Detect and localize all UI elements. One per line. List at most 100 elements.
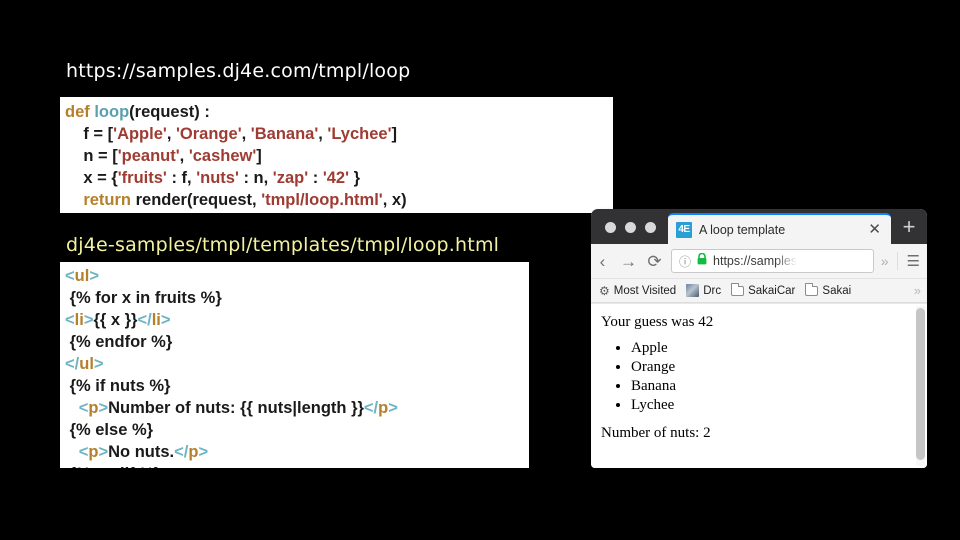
template-code-token: No nuts. — [108, 443, 175, 461]
bookmark-most-visited[interactable]: ⚙ Most Visited — [599, 284, 676, 298]
bookmarks-overflow-icon[interactable]: » — [914, 283, 921, 298]
python-code-token: , — [179, 147, 189, 165]
fruit-list-item: Banana — [631, 377, 915, 396]
scrollbar-thumb[interactable] — [916, 308, 925, 460]
template-code-token: p — [188, 443, 199, 461]
page-viewport: Your guess was 42 AppleOrangeBananaLyche… — [591, 303, 927, 468]
template-code-token: {{ x }} — [93, 311, 138, 329]
template-code-token: > — [83, 311, 94, 329]
template-code-token: ul — [74, 267, 90, 285]
favicon-4e: 4E — [676, 221, 692, 238]
python-code-token: } — [349, 169, 361, 187]
python-code-token: f = [ — [65, 125, 114, 143]
template-code-body: <ul> {% for x in fruits %} <li>{{ x }}</l… — [60, 262, 529, 468]
bookmark-label: Sakai — [822, 284, 852, 297]
template-path-caption: dj4e-samples/tmpl/templates/tmpl/loop.ht… — [66, 234, 500, 256]
close-tab-icon[interactable]: ✕ — [868, 222, 883, 237]
template-code-token: p — [88, 443, 99, 461]
template-code-token: > — [160, 311, 171, 329]
template-code-token: </ — [65, 355, 80, 373]
address-bar-text: https://samples — [713, 254, 798, 268]
fruit-list-item: Apple — [631, 339, 915, 358]
python-code-token: 'zap' — [272, 169, 309, 187]
source-url-caption: https://samples.dj4e.com/tmpl/loop — [66, 60, 411, 82]
template-code-line-4: {% endfor %} — [60, 331, 529, 353]
page-scrollbar[interactable] — [916, 306, 925, 466]
template-code-token: </ — [174, 443, 189, 461]
hamburger-menu-icon[interactable]: ☰ — [896, 252, 920, 270]
python-code-token: n = [ — [65, 147, 118, 165]
python-code-token: , — [241, 125, 251, 143]
python-code-token: 'Apple' — [113, 125, 167, 143]
fruit-list-item: Lychee — [631, 396, 915, 415]
template-code-token: Number of nuts: {{ nuts|length }} — [108, 399, 364, 417]
python-code-token: 'Banana' — [250, 125, 319, 143]
python-code-body: def loop(request) : f = ['Apple', 'Orang… — [60, 97, 613, 211]
python-code-token: : n, — [238, 169, 273, 187]
reload-icon[interactable]: ⟳ — [645, 253, 664, 270]
template-code-line-5: </ul> — [60, 353, 529, 375]
close-window-icon[interactable] — [605, 222, 616, 233]
bookmark-label: Most Visited — [613, 284, 677, 297]
fruit-list-item: Orange — [631, 358, 915, 377]
template-code-token: {% else %} — [65, 421, 154, 439]
python-code-token: def — [65, 103, 95, 121]
template-code-token: p — [378, 399, 389, 417]
python-code-token: x = { — [65, 169, 118, 187]
python-code-token: 'tmpl/loop.html' — [261, 191, 383, 209]
back-icon[interactable]: ‹ — [593, 253, 612, 270]
template-code-token: > — [198, 443, 209, 461]
python-code-token: 'cashew' — [188, 147, 257, 165]
tab-title: A loop template — [699, 222, 786, 237]
minimize-window-icon[interactable] — [625, 222, 636, 233]
gear-icon: ⚙ — [599, 283, 610, 298]
bookmark-label: SakaiCar — [748, 284, 796, 297]
template-code-token: < — [65, 443, 89, 461]
template-code-token: < — [65, 311, 75, 329]
zoom-window-icon[interactable] — [645, 222, 656, 233]
python-code-token: , — [166, 125, 176, 143]
template-code-token: p — [88, 399, 99, 417]
python-code-line-1: def loop(request) : — [60, 101, 613, 123]
template-code-token: < — [65, 267, 75, 285]
python-code-token: ] — [391, 125, 398, 143]
python-code-line-3: n = ['peanut', 'cashew'] — [60, 145, 613, 167]
nut-count-text: Number of nuts: 2 — [601, 425, 711, 441]
new-tab-button[interactable]: + — [891, 209, 927, 244]
address-overflow-icon[interactable]: » — [881, 253, 889, 269]
browser-nav-bar: ‹ → ⟳ ⓘ https://samples » ☰ — [591, 244, 927, 279]
template-code-line-9: <p>No nuts.</p> — [60, 441, 529, 463]
python-code-token: loop — [94, 103, 130, 121]
site-info-icon[interactable]: ⓘ — [679, 253, 691, 270]
bookmark-sakaicar[interactable]: SakaiCar — [730, 283, 796, 297]
python-code-line-2: f = ['Apple', 'Orange', 'Banana', 'Lyche… — [60, 123, 613, 145]
fruit-list: AppleOrangeBananaLychee — [631, 339, 915, 415]
python-code-card: def loop(request) : f = ['Apple', 'Orang… — [60, 97, 613, 213]
template-code-line-10: {% endif %} — [60, 463, 529, 468]
template-code-line-3: <li>{{ x }}</li> — [60, 309, 529, 331]
python-code-token: 'peanut' — [117, 147, 180, 165]
bookmark-drc[interactable]: Drc — [686, 284, 721, 297]
python-code-token: 'fruits' — [117, 169, 167, 187]
rendered-page: Your guess was 42 AppleOrangeBananaLyche… — [591, 304, 915, 468]
template-code-token: li — [74, 311, 84, 329]
template-code-token: </ — [137, 311, 152, 329]
forward-icon[interactable]: → — [619, 253, 638, 270]
python-code-token: '42' — [322, 169, 350, 187]
template-code-card: <ul> {% for x in fruits %} <li>{{ x }}</l… — [60, 262, 529, 468]
python-code-token: , x) — [382, 191, 407, 209]
tab-a-loop-template[interactable]: 4E A loop template ✕ — [668, 213, 891, 244]
template-code-line-2: {% for x in fruits %} — [60, 287, 529, 309]
address-bar[interactable]: ⓘ https://samples — [671, 249, 874, 273]
bookmark-sakai[interactable]: Sakai — [805, 283, 852, 297]
folder-icon — [805, 283, 819, 296]
bookmarks-bar: ⚙ Most Visited Drc SakaiCar Sakai » — [591, 279, 927, 303]
avatar-icon — [686, 284, 700, 297]
python-code-token: return — [65, 191, 136, 209]
browser-tab-strip: 4E A loop template ✕ + — [591, 209, 927, 244]
template-code-token: > — [98, 443, 109, 461]
template-code-token: ul — [79, 355, 94, 373]
browser-window[interactable]: 4E A loop template ✕ + ‹ → ⟳ ⓘ https://s… — [591, 209, 927, 468]
template-code-line-8: {% else %} — [60, 419, 529, 441]
folder-icon — [730, 283, 745, 296]
